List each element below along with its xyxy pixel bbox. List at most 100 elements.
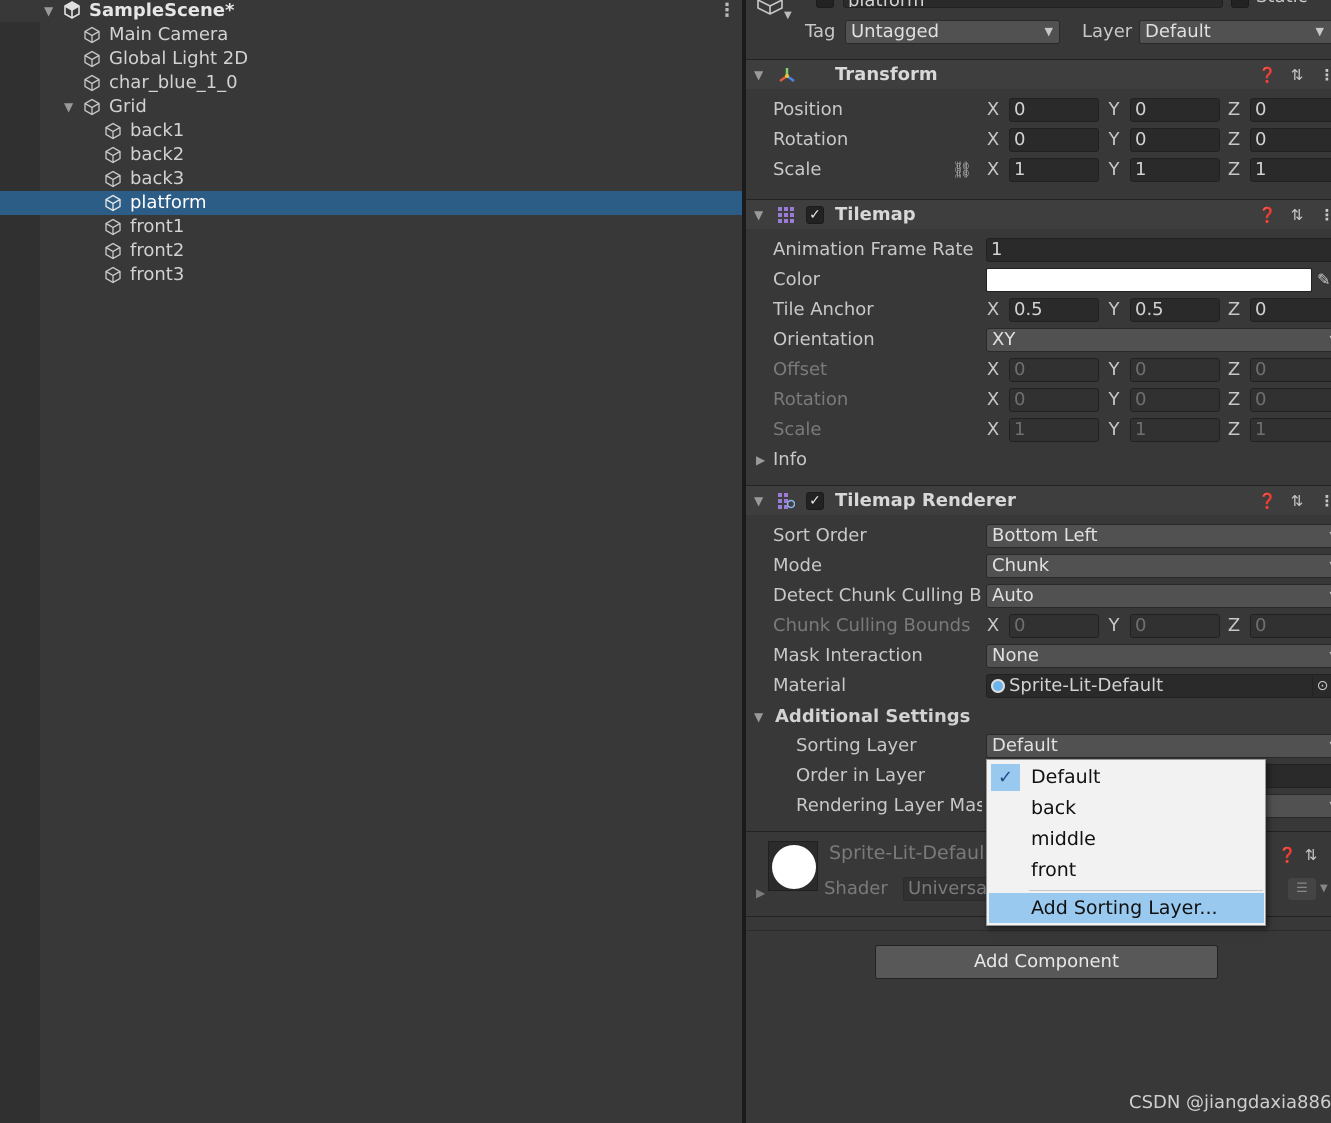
hierarchy-item-front1[interactable]: front1	[0, 215, 742, 239]
sort-order-dropdown[interactable]: Bottom Left▼	[986, 524, 1331, 548]
hierarchy-item-back3[interactable]: back3	[0, 167, 742, 191]
help-icon[interactable]: ❓	[1258, 66, 1277, 84]
object-picker-icon[interactable]: ⊙	[1312, 675, 1331, 697]
sorting-layer-option-default[interactable]: ✓ Default	[989, 762, 1264, 793]
active-toggle[interactable]	[816, 0, 834, 8]
tilemap-renderer-header[interactable]: ▼ ✓ Tilemap Renderer ❓ ⇅ ⋮	[746, 485, 1331, 515]
tilemap-grid-icon	[778, 207, 794, 223]
orientation-dropdown[interactable]: XY▼	[986, 328, 1331, 352]
hierarchy-item-label: back2	[130, 144, 185, 165]
help-icon[interactable]: ❓	[1258, 206, 1277, 224]
gameobject-icon	[105, 122, 121, 140]
detect-chunk-culling-dropdown[interactable]: Auto▼	[986, 584, 1331, 608]
tile-anchor-z-field[interactable]: 0	[1250, 298, 1331, 322]
position-x-field[interactable]: 0	[1009, 98, 1099, 122]
hierarchy-item-grid[interactable]: ▼ Grid	[0, 95, 742, 119]
unity-scene-icon	[64, 1, 80, 19]
scale-x-field[interactable]: 1	[1009, 158, 1099, 182]
scale-y-field[interactable]: 1	[1130, 158, 1220, 182]
chevron-down-icon: ▼	[1044, 25, 1053, 38]
position-y-field[interactable]: 0	[1130, 98, 1220, 122]
eyedropper-icon[interactable]: ✎	[1317, 268, 1330, 292]
rotation-z-field[interactable]: 0	[1250, 128, 1331, 152]
hierarchy-item-char-blue[interactable]: char_blue_1_0	[0, 71, 742, 95]
material-presets-icon[interactable]: ⇅	[1302, 846, 1320, 864]
hierarchy-item-front2[interactable]: front2	[0, 239, 742, 263]
object-name-field[interactable]: platform	[843, 0, 1223, 8]
shader-edit-icon[interactable]: ☰	[1288, 878, 1316, 900]
material-help-icon[interactable]: ❓	[1278, 846, 1297, 864]
axis-x-label: X	[986, 129, 1000, 150]
ccb-x-field: 0	[1009, 614, 1099, 638]
add-sorting-layer-item[interactable]: Add Sorting Layer...	[989, 893, 1264, 923]
tile-anchor-y-field[interactable]: 0.5	[1130, 298, 1220, 322]
renderer-enabled-checkbox[interactable]: ✓	[806, 492, 824, 510]
rotation-x-field[interactable]: 0	[1009, 128, 1099, 152]
transform-fold-arrow-icon[interactable]: ▼	[754, 60, 763, 90]
position-label: Position	[773, 99, 844, 120]
tag-value: Untagged	[851, 21, 940, 42]
hierarchy-item-label: Main Camera	[109, 24, 229, 45]
rotation-y-field[interactable]: 0	[1130, 128, 1220, 152]
icon-dropdown-chevron-icon[interactable]: ▼	[784, 10, 792, 21]
hierarchy-item-back2[interactable]: back2	[0, 143, 742, 167]
add-component-button[interactable]: Add Component	[875, 945, 1218, 979]
tm-scale-x-field: 1	[1009, 418, 1099, 442]
component-menu-icon[interactable]: ⋮	[1318, 492, 1331, 510]
component-menu-icon[interactable]: ⋮	[1318, 206, 1331, 224]
grid-fold-arrow-icon[interactable]: ▼	[64, 95, 73, 119]
static-toggle[interactable]	[1231, 0, 1249, 8]
sorting-layer-option-front[interactable]: front	[989, 855, 1264, 886]
axis-z-label: Z	[1227, 389, 1241, 410]
tilemap-header[interactable]: ▼ ✓ Tilemap ❓ ⇅ ⋮	[746, 199, 1331, 229]
hierarchy-item-global-light-2d[interactable]: Global Light 2D	[0, 47, 742, 71]
presets-icon[interactable]: ⇅	[1288, 206, 1306, 224]
offset-y-field: 0	[1130, 358, 1220, 382]
sorting-layer-option-back[interactable]: back	[989, 793, 1264, 824]
position-z-field[interactable]: 0	[1250, 98, 1331, 122]
scene-fold-arrow-icon[interactable]: ▼	[44, 0, 53, 23]
hierarchy-item-main-camera[interactable]: Main Camera	[0, 23, 742, 47]
help-icon[interactable]: ❓	[1258, 492, 1277, 510]
info-foldout[interactable]: Info	[773, 445, 807, 475]
constrain-proportions-icon[interactable]: ⛓	[952, 155, 972, 185]
tile-anchor-x-field[interactable]: 0.5	[1009, 298, 1099, 322]
animation-frame-rate-field[interactable]: 1	[986, 238, 1331, 262]
hierarchy-item-label: front2	[130, 240, 185, 261]
sorting-layer-option-middle[interactable]: middle	[989, 824, 1264, 855]
material-field[interactable]: Sprite-Lit-Default ⊙	[986, 674, 1331, 698]
material-icon	[991, 679, 1005, 693]
shader-chevron-icon[interactable]: ▼	[1320, 878, 1328, 900]
info-fold-arrow-icon[interactable]: ▶	[756, 445, 765, 475]
color-swatch[interactable]	[986, 268, 1312, 292]
additional-settings-foldout[interactable]: Additional Settings	[775, 702, 970, 732]
sorting-layer-dropdown[interactable]: Default▼	[986, 734, 1331, 758]
mode-label: Mode	[773, 555, 823, 576]
hierarchy-item-front3[interactable]: front3	[0, 263, 742, 287]
menu-separator	[1029, 890, 1263, 891]
transform-header[interactable]: ▼ Transform ❓ ⇅ ⋮	[746, 59, 1331, 89]
sorting-layer-popup: ✓ Default back middle front Add Sorting …	[986, 759, 1266, 926]
scene-row[interactable]: ▼ SampleScene*	[0, 0, 742, 22]
layer-dropdown[interactable]: Default ▼	[1139, 20, 1331, 44]
axis-y-label: Y	[1108, 389, 1120, 410]
scene-menu-icon[interactable]: ⋮	[718, 0, 736, 22]
tag-dropdown[interactable]: Untagged ▼	[845, 20, 1060, 44]
presets-icon[interactable]: ⇅	[1288, 66, 1306, 84]
additional-fold-arrow-icon[interactable]: ▼	[754, 702, 763, 732]
renderer-title: Tilemap Renderer	[835, 490, 1016, 511]
renderer-fold-arrow-icon[interactable]: ▼	[754, 486, 763, 516]
material-fold-arrow-icon[interactable]: ▶	[756, 886, 765, 900]
hierarchy-item-platform[interactable]: platform	[0, 191, 742, 215]
axis-z-label: Z	[1227, 299, 1241, 320]
scale-z-field[interactable]: 1	[1250, 158, 1331, 182]
component-menu-icon[interactable]: ⋮	[1318, 66, 1331, 84]
axis-x-label: X	[986, 99, 1000, 120]
mask-interaction-dropdown[interactable]: None▼	[986, 644, 1331, 668]
tilemap-enabled-checkbox[interactable]: ✓	[806, 206, 824, 224]
layer-label: Layer	[1082, 21, 1133, 42]
hierarchy-item-back1[interactable]: back1	[0, 119, 742, 143]
presets-icon[interactable]: ⇅	[1288, 492, 1306, 510]
tilemap-fold-arrow-icon[interactable]: ▼	[754, 200, 763, 230]
mode-dropdown[interactable]: Chunk▼	[986, 554, 1331, 578]
